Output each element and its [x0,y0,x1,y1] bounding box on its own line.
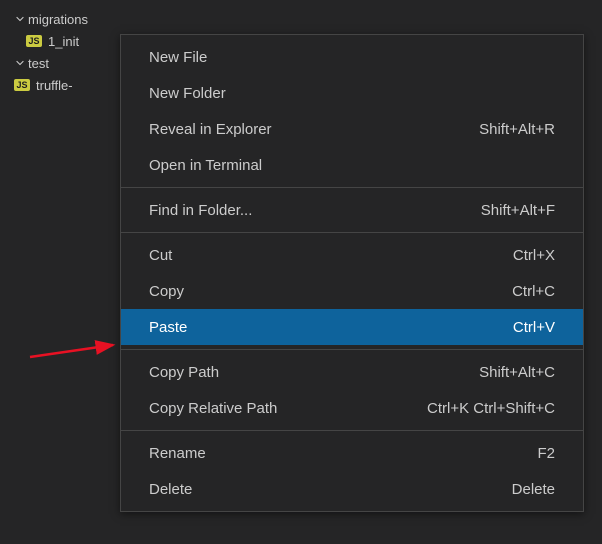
js-file-icon: JS [12,79,32,91]
context-menu: New File New Folder Reveal in Explorer Shif… [120,34,584,512]
menu-item-reveal-in-explorer[interactable]: Reveal in Explorer Shift+Alt+R [121,111,583,147]
menu-item-label: Copy Relative Path [149,400,407,417]
menu-item-label: Open in Terminal [149,157,555,174]
menu-item-label: New File [149,49,555,66]
menu-item-new-file[interactable]: New File [121,39,583,75]
menu-item-shortcut: Shift+Alt+C [479,364,555,381]
menu-item-open-in-terminal[interactable]: Open in Terminal [121,147,583,183]
menu-item-label: New Folder [149,85,555,102]
folder-label: migrations [28,12,88,27]
menu-item-shortcut: Ctrl+K Ctrl+Shift+C [427,400,555,417]
menu-item-cut[interactable]: Cut Ctrl+X [121,237,583,273]
menu-item-shortcut: F2 [537,445,555,462]
js-file-icon: JS [24,35,44,47]
file-label: truffle- [36,78,73,93]
menu-item-shortcut: Shift+Alt+F [481,202,555,219]
menu-separator [121,349,583,350]
menu-item-label: Find in Folder... [149,202,461,219]
menu-item-shortcut: Delete [512,481,555,498]
menu-item-delete[interactable]: Delete Delete [121,471,583,507]
menu-separator [121,232,583,233]
menu-item-shortcut: Ctrl+C [512,283,555,300]
menu-item-shortcut: Ctrl+V [513,319,555,336]
folder-migrations[interactable]: migrations [0,8,602,30]
menu-item-paste[interactable]: Paste Ctrl+V [121,309,583,345]
menu-item-label: Rename [149,445,517,462]
menu-item-label: Reveal in Explorer [149,121,459,138]
folder-label: test [28,56,49,71]
menu-item-label: Copy Path [149,364,459,381]
menu-item-label: Copy [149,283,492,300]
menu-item-copy[interactable]: Copy Ctrl+C [121,273,583,309]
menu-item-copy-path[interactable]: Copy Path Shift+Alt+C [121,354,583,390]
menu-item-rename[interactable]: Rename F2 [121,435,583,471]
menu-separator [121,187,583,188]
chevron-down-icon [12,13,28,25]
menu-item-copy-relative-path[interactable]: Copy Relative Path Ctrl+K Ctrl+Shift+C [121,390,583,426]
menu-item-shortcut: Ctrl+X [513,247,555,264]
menu-separator [121,430,583,431]
menu-item-find-in-folder[interactable]: Find in Folder... Shift+Alt+F [121,192,583,228]
file-label: 1_init [48,34,79,49]
chevron-down-icon [12,57,28,69]
menu-item-new-folder[interactable]: New Folder [121,75,583,111]
menu-item-label: Cut [149,247,493,264]
menu-item-label: Delete [149,481,492,498]
menu-item-label: Paste [149,319,493,336]
menu-item-shortcut: Shift+Alt+R [479,121,555,138]
